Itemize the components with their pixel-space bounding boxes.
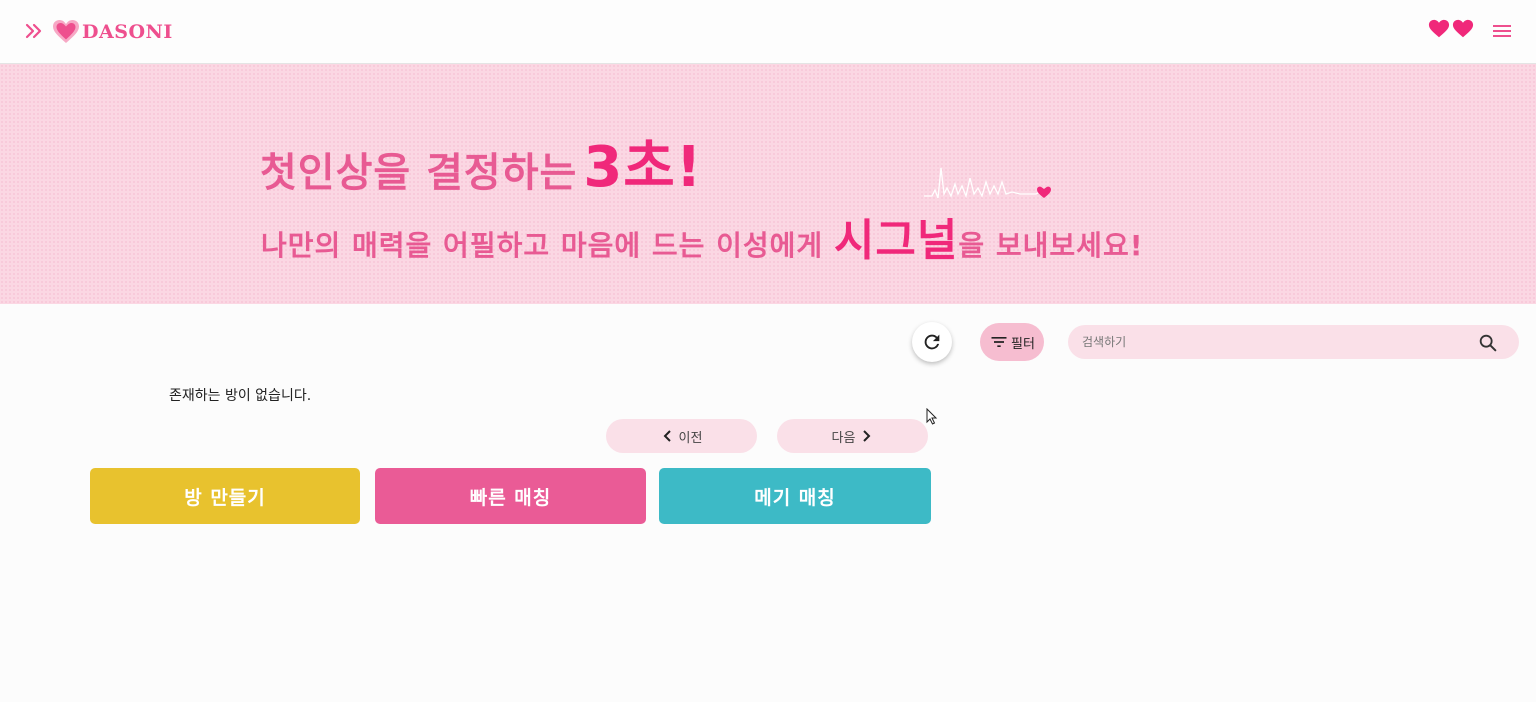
logo-text: DASONI: [82, 21, 173, 43]
banner-subline-emphasis: 시그널: [833, 215, 959, 266]
quick-match-button[interactable]: 빠른 매칭: [375, 468, 646, 524]
search-input[interactable]: [1082, 325, 1462, 359]
next-page-button[interactable]: 다음: [777, 419, 928, 453]
prev-page-label: 이전: [678, 430, 703, 446]
search-box: [1068, 325, 1519, 359]
heart-logo-icon: [53, 20, 79, 43]
logo[interactable]: DASONI: [52, 17, 173, 47]
mouse-cursor-icon: [926, 408, 938, 425]
banner-subline: 나만의 매력을 어필하고 마음에 드는 이성에게 시그널을 보내보세요!: [261, 204, 1143, 268]
heart-icon: [1428, 19, 1450, 38]
menu-icon[interactable]: [1491, 20, 1513, 42]
expand-icon[interactable]: [22, 19, 44, 43]
banner-headline: 첫인상을 결정하는 3초!: [260, 122, 702, 203]
banner-subline-after: 을 보내보세요!: [958, 229, 1144, 262]
search-icon[interactable]: [1477, 332, 1499, 354]
heart-icon: [1452, 19, 1474, 38]
empty-room-message: 존재하는 방이 없습니다.: [169, 388, 312, 404]
prev-page-button[interactable]: 이전: [606, 419, 757, 453]
hearts-indicator: [1428, 18, 1474, 40]
filter-label: 필터: [1011, 336, 1035, 352]
chevron-left-icon: [663, 430, 671, 442]
chevron-right-icon: [863, 430, 871, 442]
heartbeat-pulse-icon: [924, 167, 1051, 199]
filter-icon: [991, 337, 1007, 347]
banner-subline-before: 나만의 매력을 어필하고 마음에 드는 이성에게: [261, 229, 824, 262]
refresh-button[interactable]: [912, 322, 952, 362]
hero-banner: 첫인상을 결정하는 3초! 나만의 매력을 어필하고 마음에 드는 이성에게 시그…: [0, 64, 1536, 304]
refresh-icon: [924, 334, 940, 350]
mega-match-button[interactable]: 메기 매칭: [659, 468, 931, 524]
top-header: DASONI: [0, 0, 1536, 64]
next-page-label: 다음: [831, 430, 856, 446]
banner-headline-text: 첫인상을 결정하는: [260, 150, 578, 196]
banner-headline-emphasis: 3초!: [583, 135, 703, 200]
filter-button[interactable]: 필터: [980, 323, 1044, 361]
create-room-button[interactable]: 방 만들기: [90, 468, 360, 524]
